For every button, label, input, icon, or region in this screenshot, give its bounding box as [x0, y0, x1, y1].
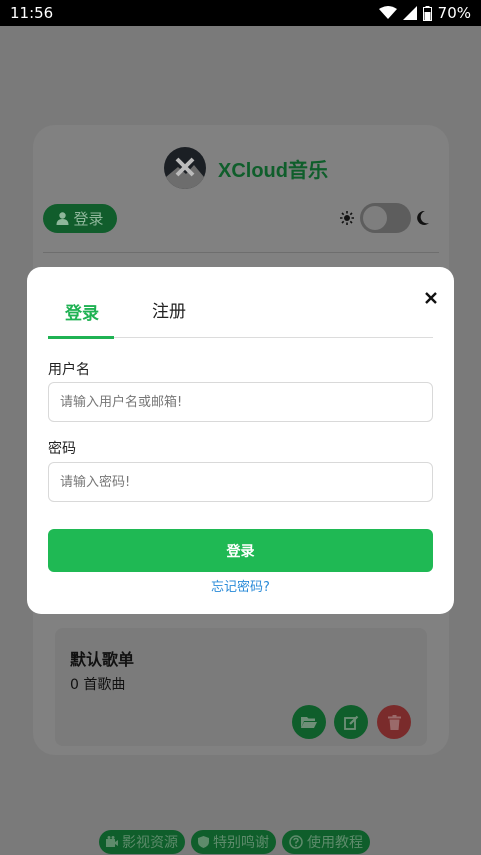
login-modal: 登录 注册 用户名 密码 登录 忘记密码? [27, 267, 454, 614]
tab-register[interactable]: 注册 [152, 297, 186, 322]
status-icons: 70% [378, 4, 471, 22]
moon-icon [417, 211, 429, 225]
status-bar: 11:56 70% [0, 0, 481, 26]
playlist-count: 0 首歌曲 [70, 677, 126, 693]
tab-login[interactable]: 登录 [65, 299, 99, 324]
help-circle-icon [289, 835, 303, 849]
wifi-icon [378, 6, 397, 19]
forgot-password-link[interactable]: 忘记密码? [27, 576, 454, 595]
close-button[interactable] [420, 287, 442, 309]
footer-link-thanks-label: 特别鸣谢 [213, 835, 269, 851]
battery-icon [422, 5, 432, 21]
modal-tabs: 登录 注册 [48, 289, 433, 339]
password-input[interactable] [48, 462, 433, 502]
film-icon [106, 836, 118, 847]
footer-link-tutorial-label: 使用教程 [307, 835, 363, 851]
password-label: 密码 [48, 441, 76, 457]
footer-link-movies[interactable]: 影视资源 [99, 830, 185, 854]
shield-icon [198, 836, 209, 848]
playlist-name: 默认歌单 [70, 650, 135, 669]
footer-link-movies-label: 影视资源 [122, 835, 178, 851]
header-divider [43, 252, 439, 253]
trash-icon [387, 714, 401, 730]
battery-level: 70% [437, 4, 471, 22]
dark-mode-switch[interactable] [360, 203, 411, 233]
playlist-card[interactable]: 默认歌单 0 首歌曲 [55, 628, 427, 746]
username-input[interactable] [48, 382, 433, 422]
app-title: XCloud音乐 [218, 159, 328, 182]
folder-open-icon [301, 716, 317, 728]
active-tab-indicator [48, 336, 114, 339]
username-label: 用户名 [48, 362, 90, 378]
footer-link-tutorial[interactable]: 使用教程 [282, 830, 370, 854]
theme-toggle[interactable] [340, 203, 429, 233]
status-time: 11:56 [10, 4, 54, 22]
signal-icon [402, 6, 417, 20]
header-login-label: 登录 [73, 210, 104, 228]
header-login-button[interactable]: 登录 [43, 204, 117, 233]
footer-link-thanks[interactable]: 特别鸣谢 [191, 830, 276, 854]
login-submit-button[interactable]: 登录 [48, 529, 433, 572]
switch-knob [363, 206, 387, 230]
app-logo [164, 147, 206, 189]
edit-icon [343, 715, 358, 730]
close-icon [425, 292, 437, 304]
open-playlist-button[interactable] [292, 705, 326, 739]
footer-links: 影视资源 特别鸣谢 使用教程 [99, 830, 370, 854]
app-brand: XCloud音乐 [164, 147, 328, 189]
delete-playlist-button[interactable] [377, 705, 411, 739]
user-icon [56, 212, 69, 225]
sun-icon [340, 211, 354, 225]
edit-playlist-button[interactable] [334, 705, 368, 739]
